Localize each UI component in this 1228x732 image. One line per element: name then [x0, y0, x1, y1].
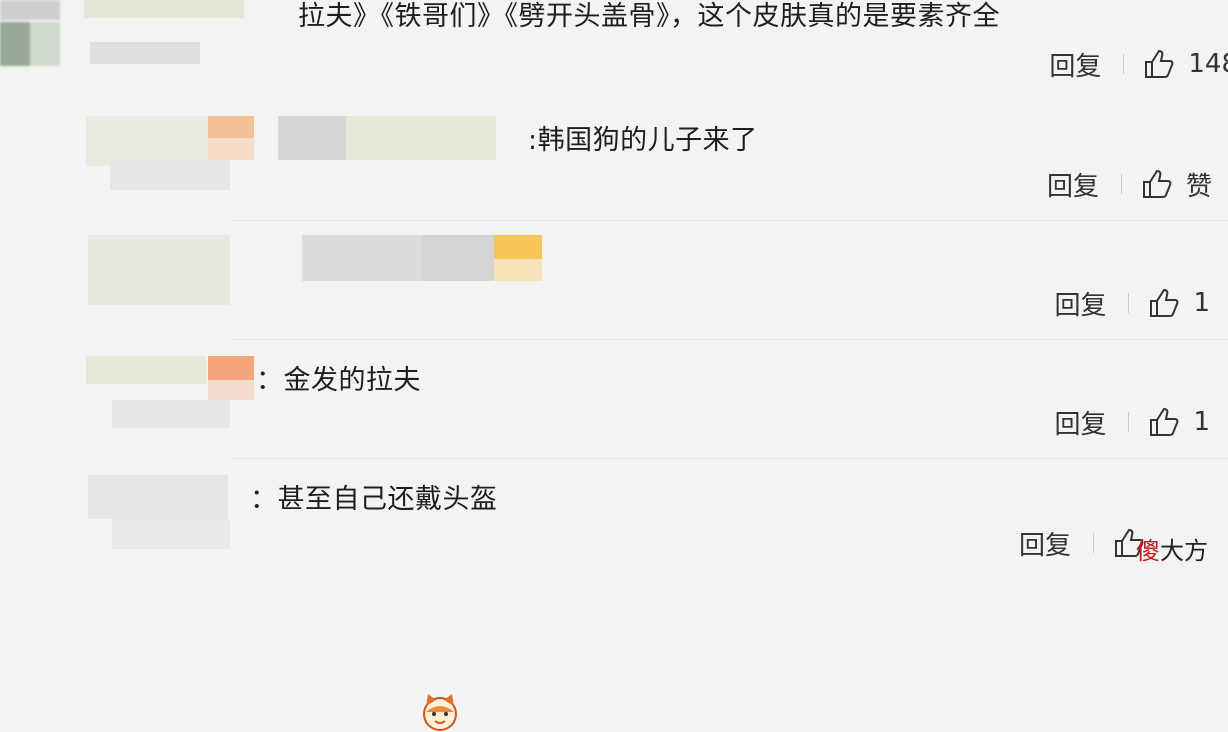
username-blurred [208, 380, 254, 400]
like-count: 1 [1193, 288, 1210, 318]
thumbs-up-icon[interactable] [1142, 47, 1176, 81]
action-separator [1128, 293, 1130, 313]
username-blurred [494, 235, 542, 259]
reply-button[interactable]: 回复 [1054, 404, 1106, 441]
comment-actions: 回复 1 [1054, 283, 1210, 323]
username-blurred [208, 138, 254, 160]
comment-text: ：金发的拉夫 [256, 365, 421, 396]
action-separator [1093, 533, 1094, 553]
comment-row: :韩国狗的儿子来了 回复 赞 [0, 100, 1228, 220]
cat-face-emoji-icon [423, 694, 457, 731]
thumbs-up-icon[interactable] [1140, 167, 1174, 201]
avatar [0, 22, 60, 66]
watermark-accent-char: 傻 [1136, 537, 1160, 565]
username-blurred [208, 116, 254, 138]
avatar-blurred [110, 160, 230, 190]
avatar-blurred [112, 400, 230, 428]
like-count: 1 [1193, 407, 1210, 437]
username-blurred [84, 0, 244, 18]
like-count: 148 [1188, 49, 1228, 79]
comment-text: :韩国狗的儿子来了 [528, 125, 758, 156]
avatar-blurred [88, 235, 230, 305]
reply-button[interactable]: 回复 [1047, 166, 1099, 203]
thumbs-up-icon[interactable] [1147, 286, 1181, 320]
comment-text: ：甚至自己还戴头盔 [250, 484, 498, 515]
like-count[interactable]: 赞 [1186, 166, 1212, 203]
username-blurred [302, 235, 422, 281]
reply-button[interactable]: 回复 [1049, 46, 1101, 83]
username-blurred [278, 116, 346, 160]
avatar-blurred [88, 475, 228, 519]
action-separator [1128, 412, 1130, 432]
comment-text: 拉夫》《铁哥们》《劈开头盖骨》，这个皮肤真的是要素齐全 [298, 1, 1000, 32]
username-blurred [208, 356, 254, 380]
action-separator [1120, 174, 1122, 194]
avatar-blurred [112, 519, 230, 549]
reply-button[interactable]: 回复 [1054, 285, 1106, 322]
comment-row: ：甚至自己还戴头盔 回复 [0, 459, 1228, 588]
comment-actions: 回复 1 [1054, 402, 1210, 442]
watermark: 傻大方 [1136, 531, 1208, 566]
comment-row: 回复 1 [0, 221, 1228, 339]
action-separator [1123, 54, 1125, 74]
username-blurred [90, 42, 200, 64]
username-blurred [494, 259, 542, 281]
username-blurred [346, 116, 496, 160]
avatar [0, 0, 60, 20]
comment-actions: 回复 148 [1049, 44, 1228, 84]
comment-row: ：金发的拉夫 回复 1 [0, 340, 1228, 731]
comment-row: 拉夫》《铁哥们》《劈开头盖骨》，这个皮肤真的是要素齐全 回复 148 [0, 0, 1228, 100]
avatar-blurred [86, 356, 206, 384]
watermark-text: 大方 [1160, 537, 1208, 565]
thumbs-up-icon[interactable] [1147, 405, 1181, 439]
username-blurred [422, 235, 494, 281]
reply-button[interactable]: 回复 [1019, 525, 1071, 562]
comment-actions: 回复 赞 [1047, 164, 1212, 204]
avatar-blurred [86, 116, 226, 166]
